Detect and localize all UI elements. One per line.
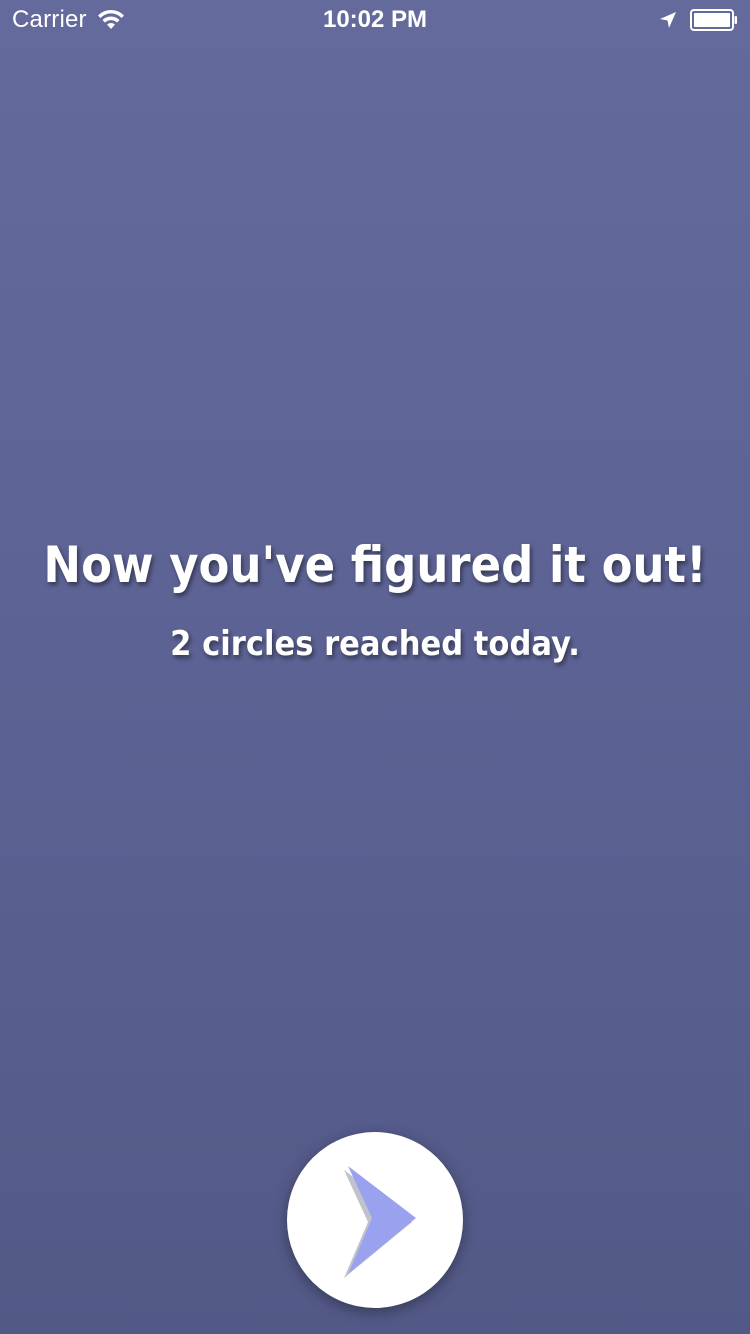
- status-bar: Carrier 10:02 PM: [0, 0, 750, 40]
- battery-icon: [690, 9, 737, 31]
- message-block: Now you've figured it out! 2 circles rea…: [0, 526, 750, 668]
- next-button[interactable]: [287, 1132, 463, 1308]
- circles-reached-text: 2 circles reached today.: [170, 624, 580, 664]
- status-time: 10:02 PM: [322, 6, 428, 33]
- location-arrow-icon: [660, 12, 676, 28]
- chevron-right-arrow-icon: [344, 1166, 416, 1278]
- status-right: [658, 8, 738, 32]
- headline: Now you've figured it out!: [43, 536, 707, 594]
